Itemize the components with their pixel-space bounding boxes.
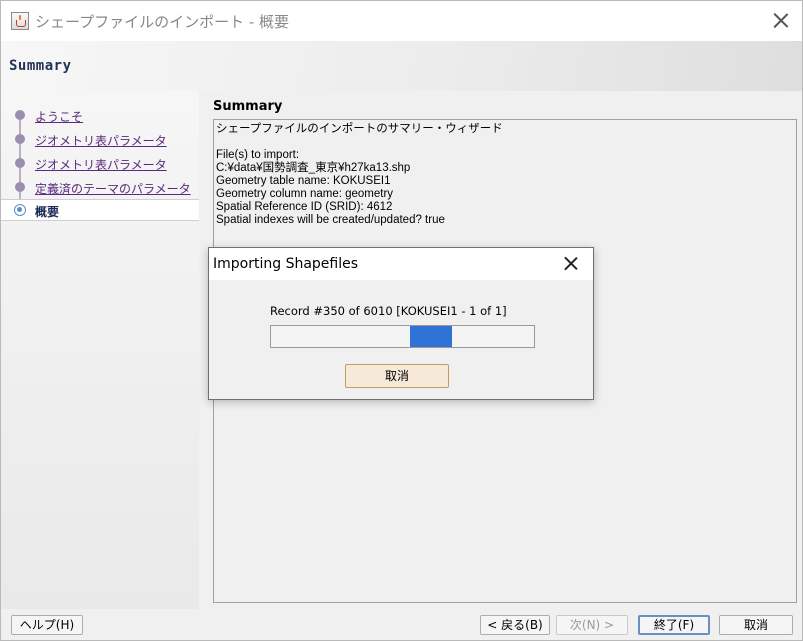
step-label: ジオメトリ表パラメータ bbox=[35, 158, 167, 172]
step-geometry-table-params-1[interactable]: ジオメトリ表パラメータ bbox=[1, 129, 199, 151]
summary-line: シェープファイルのインポートのサマリー・ウィザード bbox=[216, 123, 503, 135]
close-icon[interactable] bbox=[769, 9, 793, 33]
step-dot-icon bbox=[15, 134, 25, 144]
summary-line: File(s) to import: bbox=[216, 149, 300, 161]
step-geometry-table-params-2[interactable]: ジオメトリ表パラメータ bbox=[1, 153, 199, 175]
step-dot-icon bbox=[15, 158, 25, 168]
step-label: 定義済のテーマのパラメータ bbox=[35, 182, 191, 196]
current-step-icon bbox=[14, 204, 26, 216]
dialog-cancel-button[interactable]: 取消 bbox=[345, 364, 449, 388]
step-theme-params[interactable]: 定義済のテーマのパラメータ bbox=[1, 177, 199, 199]
summary-line: C:¥data¥国勢調査_東京¥h27ka13.shp bbox=[216, 162, 411, 174]
summary-line: Spatial indexes will be created/updated?… bbox=[216, 214, 445, 226]
help-button[interactable]: ヘルプ(H) bbox=[11, 615, 83, 635]
progress-indicator bbox=[410, 326, 453, 347]
importing-progress-dialog: Importing Shapefiles Record #350 of 6010… bbox=[208, 247, 594, 400]
window-title: シェープファイルのインポート - 概要 bbox=[35, 13, 290, 31]
java-app-icon bbox=[11, 12, 29, 30]
header-title: Summary bbox=[9, 58, 72, 74]
summary-line: Geometry column name: geometry bbox=[216, 188, 394, 200]
dialog-title-bar: Importing Shapefiles bbox=[209, 248, 593, 280]
step-label: ジオメトリ表パラメータ bbox=[35, 134, 167, 148]
wizard-steps-nav: ようこそ ジオメトリ表パラメータ ジオメトリ表パラメータ 定義済のテーマのパラメ… bbox=[1, 91, 199, 609]
record-status-text: Record #350 of 6010 [KOKUSEI1 - 1 of 1] bbox=[270, 304, 507, 318]
next-button[interactable]: 次(N) > bbox=[556, 615, 628, 635]
cancel-button[interactable]: 取消 bbox=[719, 615, 793, 635]
step-welcome[interactable]: ようこそ bbox=[1, 105, 199, 127]
summary-heading: Summary bbox=[213, 99, 283, 114]
summary-line: Spatial Reference ID (SRID): 4612 bbox=[216, 201, 393, 213]
step-dot-icon bbox=[15, 182, 25, 192]
title-bar: シェープファイルのインポート - 概要 bbox=[1, 1, 802, 41]
dialog-close-icon[interactable] bbox=[561, 254, 581, 274]
step-label: 概要 bbox=[35, 205, 60, 219]
step-label: ようこそ bbox=[35, 110, 84, 124]
back-button[interactable]: < 戻る(B) bbox=[480, 615, 550, 635]
summary-line: Geometry table name: KOKUSEI1 bbox=[216, 175, 391, 187]
import-progress-bar bbox=[270, 325, 535, 348]
step-summary[interactable]: 概要 bbox=[1, 199, 199, 221]
wizard-header: Summary bbox=[1, 41, 802, 91]
dialog-title: Importing Shapefiles bbox=[213, 256, 359, 272]
step-dot-icon bbox=[15, 110, 25, 120]
finish-button[interactable]: 終了(F) bbox=[638, 615, 710, 635]
